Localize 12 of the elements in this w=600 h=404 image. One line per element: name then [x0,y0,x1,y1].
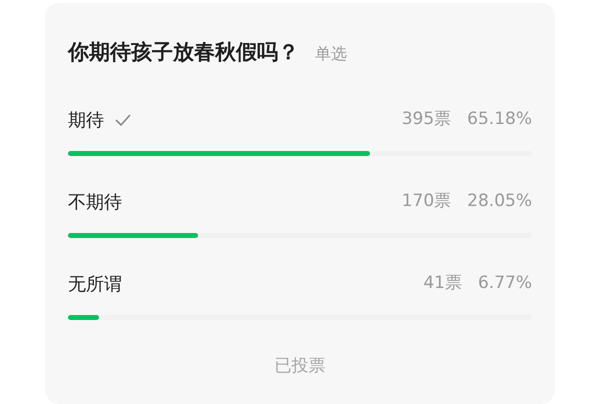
option-label[interactable]: 期待 [68,106,104,134]
poll-question: 你期待孩子放春秋假吗？ [68,39,299,66]
option-label[interactable]: 无所谓 [68,270,122,298]
voted-status: 已投票 [274,356,326,376]
vote-count: 41票 [423,272,462,296]
vote-percentage: 6.77% [478,272,532,296]
option-label[interactable]: 不期待 [68,188,122,216]
vote-percentage: 65.18% [467,108,532,132]
vote-percentage: 28.05% [467,190,532,214]
vote-count: 395票 [402,108,452,132]
poll-type-label: 单选 [315,43,347,65]
vote-count: 170票 [402,190,452,214]
